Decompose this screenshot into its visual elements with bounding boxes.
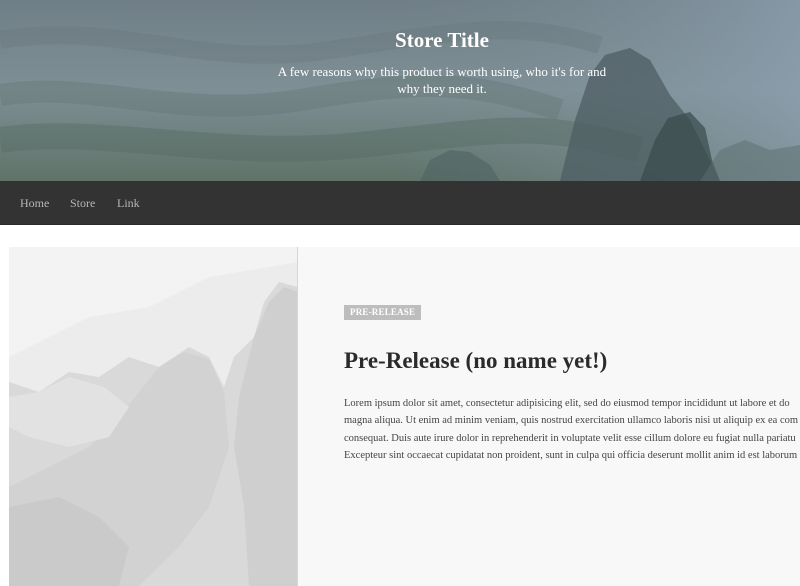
product-title: Pre-Release (no name yet!) xyxy=(344,348,608,373)
description-line: Excepteur sint occaecat cupidatat non pr… xyxy=(344,450,798,462)
hero-banner: Store Title A few reasons why this produ… xyxy=(0,0,800,181)
pre-release-badge: PRE-RELEASE xyxy=(344,305,422,320)
store-subtitle: A few reasons why this product is worth … xyxy=(277,64,607,96)
description-line: consequat. Duis aute irure dolor in repr… xyxy=(344,432,796,444)
nav-item-home[interactable]: Home xyxy=(20,181,49,225)
nav-item-link[interactable]: Link xyxy=(117,181,140,225)
product-image xyxy=(9,247,298,586)
main-navbar: Home Store Link xyxy=(0,181,800,225)
description-line: magna aliqua. Ut enim ad minim veniam, q… xyxy=(344,415,799,427)
product-card: PRE-RELEASE Pre-Release (no name yet!) L… xyxy=(9,247,800,586)
description-line: Lorem ipsum dolor sit amet, consectetur … xyxy=(344,398,790,409)
nav-item-store[interactable]: Store xyxy=(70,181,95,225)
product-description: Lorem ipsum dolor sit amet, consectetur … xyxy=(344,395,800,465)
store-title: Store Title xyxy=(395,28,489,52)
